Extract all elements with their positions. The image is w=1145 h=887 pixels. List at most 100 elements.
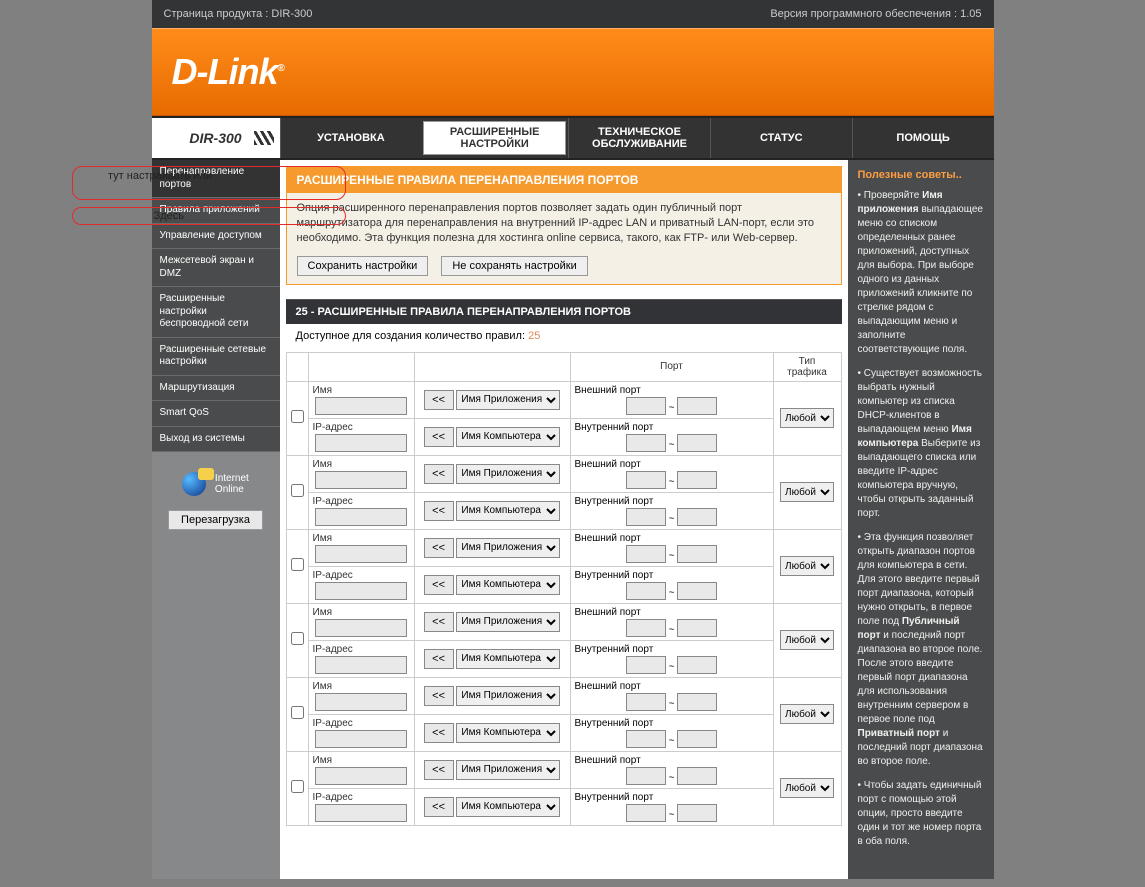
ext-port-label: Внешний порт <box>575 459 769 470</box>
nav-maintenance[interactable]: ТЕХНИЧЕСКОЕ ОБСЛУЖИВАНИЕ <box>568 118 710 158</box>
name-label: Имя <box>313 459 410 470</box>
rule-enable-checkbox[interactable] <box>291 632 304 645</box>
copy-app-button[interactable]: << <box>424 390 454 410</box>
rule-ip-input[interactable] <box>315 730 407 748</box>
ip-label: IP-адрес <box>313 644 410 655</box>
sidebar-item-wireless-advanced[interactable]: Расширенные настройки беспроводной сети <box>152 287 280 338</box>
copy-computer-button[interactable]: << <box>424 427 454 447</box>
computer-select[interactable]: Имя Компьютера <box>456 723 560 743</box>
computer-select[interactable]: Имя Компьютера <box>456 575 560 595</box>
nav-help[interactable]: ПОМОЩЬ <box>852 118 994 158</box>
int-port-label: Внутренний порт <box>575 570 769 581</box>
rule-enable-checkbox[interactable] <box>291 558 304 571</box>
ext-port-to[interactable] <box>677 471 717 489</box>
rule-ip-input[interactable] <box>315 656 407 674</box>
int-port-to[interactable] <box>677 804 717 822</box>
app-select[interactable]: Имя Приложения <box>456 538 560 558</box>
int-port-from[interactable] <box>626 508 666 526</box>
app-select[interactable]: Имя Приложения <box>456 760 560 780</box>
nav-install[interactable]: УСТАНОВКА <box>280 118 422 158</box>
traffic-type-select[interactable]: Любой <box>780 778 834 798</box>
rule-ip-input[interactable] <box>315 434 407 452</box>
int-port-from[interactable] <box>626 730 666 748</box>
rule-name-input[interactable] <box>315 693 407 711</box>
name-label: Имя <box>313 533 410 544</box>
rule-ip-input[interactable] <box>315 582 407 600</box>
app-select[interactable]: Имя Приложения <box>456 612 560 632</box>
sidebar-item-routing[interactable]: Маршрутизация <box>152 376 280 402</box>
nav-status[interactable]: СТАТУС <box>710 118 852 158</box>
copy-computer-button[interactable]: << <box>424 649 454 669</box>
ext-port-from[interactable] <box>626 545 666 563</box>
copy-computer-button[interactable]: << <box>424 575 454 595</box>
traffic-type-select[interactable]: Любой <box>780 704 834 724</box>
copy-app-button[interactable]: << <box>424 760 454 780</box>
banner: D-Link® <box>152 28 994 116</box>
rule-name-input[interactable] <box>315 545 407 563</box>
int-port-from[interactable] <box>626 434 666 452</box>
int-port-to[interactable] <box>677 582 717 600</box>
traffic-type-select[interactable]: Любой <box>780 556 834 576</box>
traffic-type-select[interactable]: Любой <box>780 630 834 650</box>
sidebar-item-access-control[interactable]: Управление доступом <box>152 224 280 250</box>
rule-enable-checkbox[interactable] <box>291 484 304 497</box>
rule-enable-checkbox[interactable] <box>291 706 304 719</box>
rule-enable-checkbox[interactable] <box>291 780 304 793</box>
save-settings-button[interactable]: Сохранить настройки <box>297 256 429 276</box>
reboot-button[interactable]: Перезагрузка <box>168 510 263 530</box>
ext-port-to[interactable] <box>677 397 717 415</box>
ext-port-to[interactable] <box>677 693 717 711</box>
int-port-from[interactable] <box>626 804 666 822</box>
copy-computer-button[interactable]: << <box>424 797 454 817</box>
tilde: ~ <box>669 661 675 672</box>
copy-app-button[interactable]: << <box>424 612 454 632</box>
ext-port-from[interactable] <box>626 693 666 711</box>
sidebar-item-network-advanced[interactable]: Расширенные сетевые настройки <box>152 338 280 376</box>
int-port-to[interactable] <box>677 656 717 674</box>
int-port-to[interactable] <box>677 508 717 526</box>
tip-4: Чтобы задать единичный порт с помощью эт… <box>858 779 984 849</box>
traffic-type-select[interactable]: Любой <box>780 408 834 428</box>
rule-enable-checkbox[interactable] <box>291 410 304 423</box>
ext-port-from[interactable] <box>626 619 666 637</box>
copy-app-button[interactable]: << <box>424 464 454 484</box>
int-port-from[interactable] <box>626 582 666 600</box>
computer-select[interactable]: Имя Компьютера <box>456 501 560 521</box>
traffic-type-select[interactable]: Любой <box>780 482 834 502</box>
ext-port-from[interactable] <box>626 767 666 785</box>
computer-select[interactable]: Имя Компьютера <box>456 797 560 817</box>
sidebar-item-firewall-dmz[interactable]: Межсетевой экран и DMZ <box>152 249 280 287</box>
ext-port-from[interactable] <box>626 397 666 415</box>
app-select[interactable]: Имя Приложения <box>456 464 560 484</box>
rule-name-input[interactable] <box>315 397 407 415</box>
tilde: ~ <box>669 735 675 746</box>
ext-port-to[interactable] <box>677 767 717 785</box>
copy-computer-button[interactable]: << <box>424 723 454 743</box>
copy-app-button[interactable]: << <box>424 686 454 706</box>
int-port-label: Внутренний порт <box>575 422 769 433</box>
copy-app-button[interactable]: << <box>424 538 454 558</box>
app-select[interactable]: Имя Приложения <box>456 390 560 410</box>
int-port-to[interactable] <box>677 730 717 748</box>
sidebar-item-smart-qos[interactable]: Smart QoS <box>152 401 280 427</box>
dont-save-settings-button[interactable]: Не сохранять настройки <box>441 256 587 276</box>
int-port-to[interactable] <box>677 434 717 452</box>
ext-port-from[interactable] <box>626 471 666 489</box>
app-select[interactable]: Имя Приложения <box>456 686 560 706</box>
sidebar-item-logout[interactable]: Выход из системы <box>152 427 280 453</box>
computer-select[interactable]: Имя Компьютера <box>456 649 560 669</box>
computer-select[interactable]: Имя Компьютера <box>456 427 560 447</box>
ext-port-to[interactable] <box>677 619 717 637</box>
rule-name-input[interactable] <box>315 471 407 489</box>
rule-ip-input[interactable] <box>315 804 407 822</box>
rule-ip-input[interactable] <box>315 508 407 526</box>
copy-computer-button[interactable]: << <box>424 501 454 521</box>
nav-advanced[interactable]: РАСШИРЕННЫЕ НАСТРОЙКИ <box>423 121 566 155</box>
rule-name-input[interactable] <box>315 767 407 785</box>
ext-port-to[interactable] <box>677 545 717 563</box>
rule-name-input[interactable] <box>315 619 407 637</box>
internet-label: Internet <box>215 473 249 484</box>
int-port-from[interactable] <box>626 656 666 674</box>
int-port-label: Внутренний порт <box>575 644 769 655</box>
int-port-label: Внутренний порт <box>575 792 769 803</box>
